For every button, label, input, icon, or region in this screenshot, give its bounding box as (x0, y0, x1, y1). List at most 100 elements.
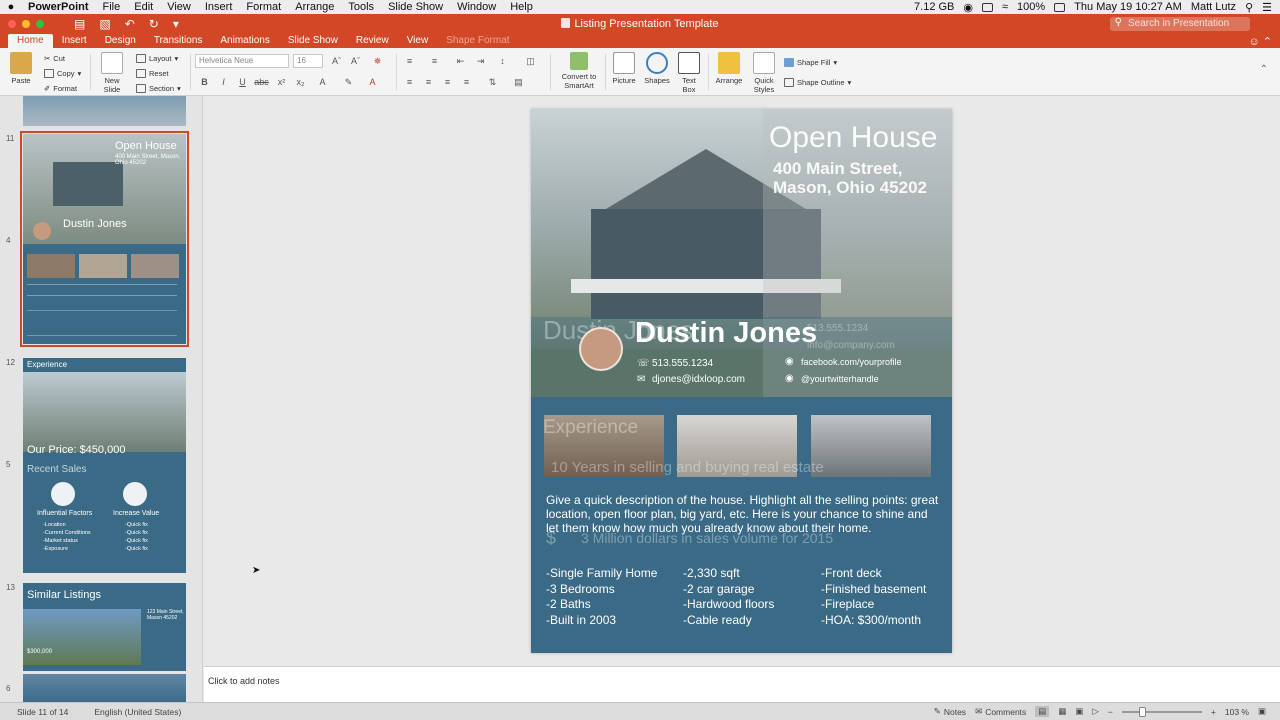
fit-to-window-icon[interactable]: ▣ (1258, 706, 1266, 717)
slide-editing-canvas[interactable]: Open House 400 Main Street, Mason, Ohio … (204, 96, 1280, 666)
format-painter-button[interactable]: ✐ Format (44, 81, 81, 96)
tab-insert[interactable]: Insert (53, 34, 96, 48)
customize-toolbar-icon[interactable]: ▾ (173, 17, 179, 31)
tab-view[interactable]: View (398, 34, 438, 48)
menu-tools[interactable]: Tools (342, 1, 382, 13)
clear-formatting-icon[interactable]: ✵ (369, 54, 386, 68)
justify-button[interactable]: ≡ (458, 75, 475, 89)
superscript-button[interactable]: x² (273, 75, 290, 89)
font-name-select[interactable]: Helvetica Neue (195, 54, 289, 68)
menu-arrange[interactable]: Arrange (289, 1, 342, 13)
menu-view[interactable]: View (161, 1, 199, 13)
features-column-3[interactable]: -Front deck -Finished basement -Fireplac… (821, 566, 949, 628)
slide-address-line1[interactable]: 400 Main Street, (773, 159, 902, 179)
cut-button[interactable]: ✂ Cut (44, 51, 81, 66)
slide-title[interactable]: Open House (769, 121, 937, 155)
slide-address-line2[interactable]: Mason, Ohio 45202 (773, 178, 927, 198)
agent-twitter[interactable]: @yourtwitterhandle (801, 374, 879, 384)
line-spacing-button[interactable]: ↕ (494, 54, 511, 68)
memory-readout[interactable]: 7.12 GB (914, 1, 954, 13)
menu-app-name[interactable]: PowerPoint (22, 1, 97, 13)
battery-readout[interactable]: 100% (1017, 1, 1045, 13)
columns-button[interactable]: ◫ (522, 54, 539, 68)
text-effects-button[interactable]: A (314, 75, 331, 89)
text-box-button[interactable]: Text Box (676, 52, 702, 94)
layout-button[interactable]: Layout ▾ (136, 51, 181, 66)
agent-name[interactable]: Dustin Jones (635, 317, 817, 350)
redo-icon[interactable]: ↻ (149, 17, 159, 31)
tab-transitions[interactable]: Transitions (145, 34, 212, 48)
feedback-smiley-icon[interactable]: ☺ ⌃ (1248, 35, 1280, 48)
align-center-button[interactable]: ≡ (420, 75, 437, 89)
copy-button[interactable]: Copy ▾ (44, 66, 81, 81)
zoom-slider[interactable] (1121, 706, 1202, 717)
clock[interactable]: Thu May 19 10:27 AM (1074, 1, 1182, 13)
slide-thumbnail-11[interactable]: Open House 400 Main Street, Mason, Ohio … (20, 131, 189, 347)
wifi-icon[interactable]: ≈ (1002, 1, 1008, 13)
reading-view-icon[interactable]: ▣ (1075, 706, 1083, 717)
tab-animations[interactable]: Animations (211, 34, 278, 48)
strikethrough-button[interactable]: abc (253, 75, 270, 89)
picture-button[interactable]: Picture (610, 52, 638, 85)
apple-icon[interactable]: ● (0, 1, 22, 13)
slideshow-view-icon[interactable]: ▷ (1092, 706, 1099, 717)
highlight-button[interactable]: ✎ (340, 75, 357, 89)
align-left-button[interactable]: ≡ (401, 75, 418, 89)
slide-thumbnail-14[interactable] (23, 674, 186, 702)
minimize-window-button[interactable] (22, 20, 30, 28)
font-size-select[interactable]: 16 (293, 54, 323, 68)
tab-review[interactable]: Review (347, 34, 398, 48)
agent-facebook[interactable]: facebook.com/yourprofile (801, 357, 902, 367)
comments-toggle-button[interactable]: ✉ Comments (975, 706, 1026, 717)
display-icon[interactable] (982, 2, 993, 12)
notes-pane[interactable]: Click to add notes (204, 666, 1280, 702)
slide-thumbnail-12[interactable]: Experience Our Price: $450,000 Recent Sa… (23, 358, 186, 573)
agent-avatar[interactable] (579, 327, 623, 371)
reset-button[interactable]: Reset (136, 66, 181, 81)
increase-indent-button[interactable]: ⇥ (472, 54, 489, 68)
numbering-button[interactable]: ≡ (426, 54, 443, 68)
zoom-in-button[interactable]: + (1211, 707, 1216, 717)
shape-outline-button[interactable]: Shape Outline ▾ (784, 75, 851, 90)
zoom-level[interactable]: 103 % (1225, 707, 1249, 717)
notification-center-icon[interactable]: ☰ (1262, 1, 1272, 14)
toggle-sidebar-icon[interactable]: ▤ (74, 17, 85, 31)
features-column-1[interactable]: -Single Family Home -3 Bedrooms -2 Baths… (546, 566, 676, 628)
tab-home[interactable]: Home (8, 34, 53, 48)
bold-button[interactable]: B (196, 75, 213, 89)
zoom-slider-knob[interactable] (1139, 706, 1147, 717)
decrease-indent-button[interactable]: ⇤ (452, 54, 469, 68)
menu-help[interactable]: Help (504, 1, 541, 13)
status-app-icon[interactable]: ◉ (963, 1, 973, 14)
bullets-button[interactable]: ≡ (401, 54, 418, 68)
search-presentation-input[interactable] (1110, 17, 1250, 31)
agent-phone[interactable]: 513.555.1234 (652, 358, 713, 369)
user-name[interactable]: Matt Lutz (1191, 1, 1236, 13)
menu-slide-show[interactable]: Slide Show (382, 1, 451, 13)
slide-thumbnails-panel[interactable]: 11 Open House 400 Main Street, Mason, Oh… (0, 96, 203, 702)
italic-button[interactable]: I (215, 75, 232, 89)
underline-button[interactable]: U (234, 75, 251, 89)
close-window-button[interactable] (8, 20, 16, 28)
menu-format[interactable]: Format (240, 1, 289, 13)
save-icon[interactable]: ▧ (99, 17, 110, 31)
notes-placeholder[interactable]: Click to add notes (208, 676, 280, 686)
normal-view-icon[interactable]: ▤ (1035, 706, 1050, 717)
paste-button[interactable]: Paste (8, 52, 34, 85)
shapes-button[interactable]: Shapes (643, 52, 671, 85)
font-color-button[interactable]: A (364, 75, 381, 89)
collapse-ribbon-icon[interactable]: ⌃ (1260, 64, 1268, 75)
language-indicator[interactable]: English (United States) (94, 707, 181, 717)
align-right-button[interactable]: ≡ (439, 75, 456, 89)
arrange-button[interactable]: Arrange (713, 52, 745, 85)
text-direction-button[interactable]: ⇅ (484, 75, 501, 89)
battery-icon[interactable] (1054, 2, 1066, 12)
notes-toggle-button[interactable]: ✎ Notes (934, 706, 966, 717)
align-text-button[interactable]: ▤ (510, 75, 527, 89)
tab-slide-show[interactable]: Slide Show (279, 34, 347, 48)
menu-file[interactable]: File (97, 1, 129, 13)
section-button[interactable]: Section ▾ (136, 81, 181, 96)
zoom-out-button[interactable]: − (1108, 707, 1113, 717)
menu-edit[interactable]: Edit (128, 1, 161, 13)
slide-sorter-icon[interactable]: ▦ (1058, 706, 1066, 717)
